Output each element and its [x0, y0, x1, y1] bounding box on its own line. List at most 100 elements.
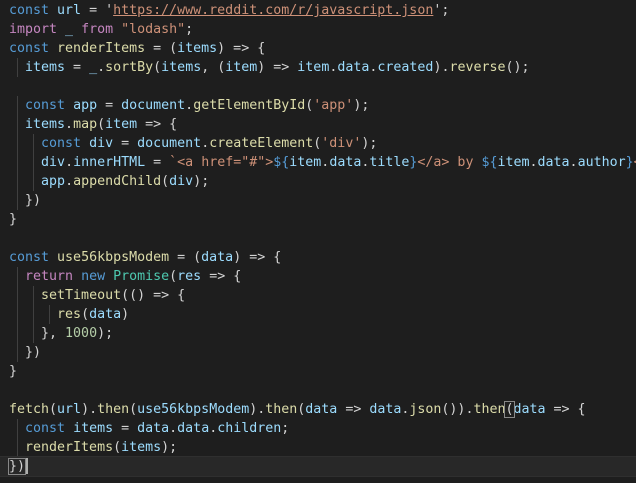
code-token: const	[9, 3, 58, 18]
code-token: div	[41, 155, 66, 170]
code-token: "lodash"	[121, 22, 186, 37]
code-token: res	[57, 307, 82, 322]
code-token: = (	[145, 41, 178, 56]
code-token: .	[97, 60, 106, 75]
code-token: url	[57, 402, 82, 417]
code-line[interactable]	[0, 77, 636, 96]
indent-guide	[33, 324, 34, 343]
code-line[interactable]: setTimeout(() => {	[0, 286, 636, 305]
code-token: ';	[433, 3, 450, 18]
code-token: item	[225, 60, 258, 75]
code-token: (	[81, 307, 90, 322]
code-token: (	[113, 440, 122, 455]
code-token: data	[329, 155, 362, 170]
code-line[interactable]: renderItems(items);	[0, 438, 636, 457]
code-token: ${	[481, 155, 498, 170]
code-token: app	[73, 98, 98, 113]
code-line[interactable]: const div = document.createElement('div'…	[0, 134, 636, 153]
code-token: })	[9, 345, 42, 360]
code-token: = '	[81, 3, 114, 18]
code-token: item	[497, 155, 530, 170]
code-line[interactable]: div.innerHTML = `<a href="#">${item.data…	[0, 153, 636, 172]
code-token: app	[41, 174, 66, 189]
code-token: }	[9, 212, 18, 227]
code-token: (	[129, 402, 138, 417]
code-line[interactable]: const renderItems = (items) => {	[0, 39, 636, 58]
code-line[interactable]: fetch(url).then(use56kbpsModem).then(dat…	[0, 400, 636, 419]
code-token: (	[169, 269, 178, 284]
code-token: renderItems	[25, 440, 114, 455]
code-line[interactable]: const app = document.getElementById('app…	[0, 96, 636, 115]
code-line[interactable]: }	[0, 210, 636, 229]
code-line[interactable]: })	[0, 456, 636, 477]
code-line[interactable]: import _ from "lodash";	[0, 20, 636, 39]
code-line[interactable]: items = _.sortBy(items, (item) => item.d…	[0, 58, 636, 77]
indent-guide	[33, 286, 34, 305]
code-line[interactable]: }	[0, 362, 636, 381]
code-token: then	[265, 402, 298, 417]
indent-guide	[17, 153, 18, 172]
code-token: (	[49, 402, 58, 417]
code-line[interactable]	[0, 229, 636, 248]
code-token: document	[121, 98, 186, 113]
code-token: json	[409, 402, 442, 417]
code-token: _	[65, 22, 82, 37]
code-token: then	[97, 402, 130, 417]
code-token: items	[25, 117, 66, 132]
code-line[interactable]: const use56kbpsModem = (data) => {	[0, 248, 636, 267]
code-token: ${	[273, 155, 290, 170]
code-token: item	[105, 117, 138, 132]
code-token: }	[9, 364, 18, 379]
code-token: data	[337, 60, 370, 75]
code-token: ;	[281, 421, 290, 436]
code-token: setTimeout	[41, 288, 122, 303]
code-line[interactable]: const url = 'https://www.reddit.com/r/ja…	[0, 1, 636, 20]
code-token: items	[121, 440, 162, 455]
code-line[interactable]: })	[0, 343, 636, 362]
code-token: .	[185, 98, 194, 113]
indent-guide	[17, 172, 18, 191]
code-token: div	[169, 174, 194, 189]
code-lines[interactable]: const url = 'https://www.reddit.com/r/ja…	[0, 1, 636, 477]
indent-guide	[33, 153, 34, 172]
code-token: const	[9, 41, 58, 56]
indent-guide	[17, 115, 18, 134]
code-token: }	[625, 155, 634, 170]
code-token: https://www.reddit.com/r/javascript.json	[113, 3, 434, 18]
code-token: items	[73, 421, 114, 436]
code-token: from	[81, 22, 122, 37]
code-token: =	[113, 136, 138, 151]
indent-guide	[33, 172, 34, 191]
code-line[interactable]: return new Promise(res => {	[0, 267, 636, 286]
code-token: import	[9, 22, 66, 37]
code-line[interactable]: })	[0, 191, 636, 210]
code-token: (	[161, 174, 170, 189]
code-token: `<a href="#">	[169, 155, 274, 170]
code-token: , (	[201, 60, 226, 75]
indent-guide	[17, 305, 18, 324]
code-token: ) =>	[257, 60, 298, 75]
code-token: ();	[505, 60, 530, 75]
indent-guide	[17, 343, 18, 362]
code-token: use56kbpsModem	[137, 402, 250, 417]
code-token: data	[537, 155, 570, 170]
code-line[interactable]	[0, 381, 636, 400]
code-token: .	[569, 155, 578, 170]
code-line[interactable]: items.map(item => {	[0, 115, 636, 134]
code-token: author	[577, 155, 626, 170]
indent-guide	[17, 286, 18, 305]
code-line[interactable]: const items = data.data.children;	[0, 419, 636, 438]
indent-guide	[17, 267, 18, 286]
code-token: _	[89, 60, 98, 75]
code-token: })	[9, 193, 42, 208]
code-line[interactable]: res(data)	[0, 305, 636, 324]
code-line[interactable]: }, 1000);	[0, 324, 636, 343]
code-token: ) => {	[217, 41, 266, 56]
code-token: data	[137, 421, 170, 436]
code-token: )	[121, 307, 130, 322]
code-editor[interactable]: const url = 'https://www.reddit.com/r/ja…	[0, 0, 636, 483]
code-token: =	[65, 60, 90, 75]
code-token: 'app'	[313, 98, 354, 113]
code-token: .	[169, 421, 178, 436]
code-line[interactable]: app.appendChild(div);	[0, 172, 636, 191]
